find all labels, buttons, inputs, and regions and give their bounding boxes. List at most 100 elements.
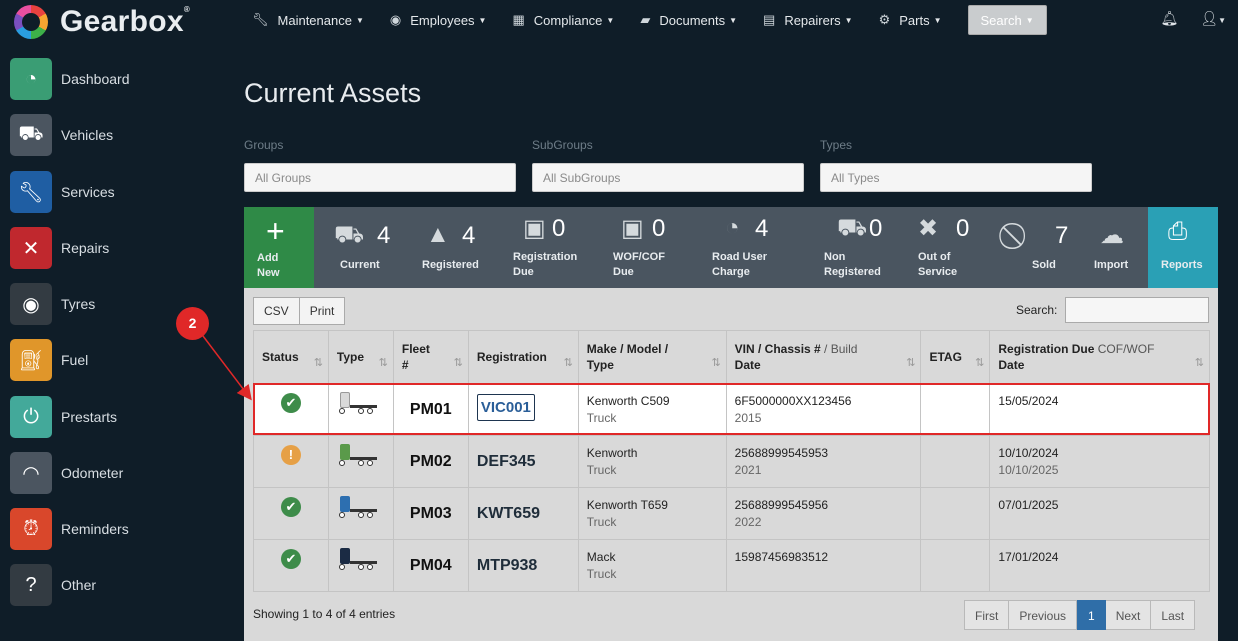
fuel-pump-icon: ⛽︎: [10, 339, 52, 381]
pager-previous[interactable]: Previous: [1009, 600, 1078, 630]
bell-icon[interactable]: 🔔︎: [1161, 10, 1179, 27]
search-dropdown-button[interactable]: Search ▼: [967, 5, 1047, 35]
sidebar-item-label: Odometer: [61, 465, 124, 481]
octagon-x-icon: ✖: [918, 215, 939, 242]
menu-parts[interactable]: ⚙︎ Parts ▼: [879, 12, 942, 28]
type-cell: [327, 487, 394, 540]
header-label: Registration Due: [998, 342, 1095, 356]
vehicle-type: Truck: [586, 567, 617, 581]
stat-sold[interactable]: ⃠ 7 Sold: [1002, 207, 1084, 288]
col-registration-due[interactable]: Registration Due COF/WOF Date ⇅: [989, 330, 1210, 384]
stat-count: 0: [869, 215, 883, 242]
stat-label: Non Registered: [824, 251, 881, 278]
sidebar-item-odometer[interactable]: ◠ Odometer: [10, 451, 220, 495]
stat-label: Out of Service: [918, 251, 958, 278]
header-label: Status: [262, 350, 299, 364]
stat-label: Current: [340, 259, 380, 271]
stat-registration-due[interactable]: ▣ 0 Registration Due: [502, 207, 601, 288]
sidebar-item-fuel[interactable]: ⛽︎ Fuel: [10, 338, 220, 382]
vin-number: 25688999545956: [734, 498, 829, 512]
table-search-input[interactable]: [1065, 297, 1209, 323]
reports-button[interactable]: ⎙ Reports: [1148, 207, 1218, 288]
sidebar-item-prestarts[interactable]: ⏻ Prestarts: [10, 395, 220, 439]
registration-cell: DEF345: [467, 435, 579, 488]
pagination: First Previous 1 Next Last: [964, 600, 1196, 630]
add-new-label: Add New: [257, 252, 280, 279]
status-cell: !: [253, 435, 329, 488]
sidebar-item-services[interactable]: 🔧︎ Services: [10, 170, 220, 214]
registration-link[interactable]: DEF345: [477, 453, 570, 471]
subgroups-select[interactable]: All SubGroups: [532, 163, 804, 192]
col-make-model-type[interactable]: Make / Model / Type ⇅: [577, 330, 727, 384]
tyre-icon: ◉: [10, 283, 52, 325]
type-cell: [327, 539, 394, 592]
stat-road-user-charge[interactable]: ◔ 4 Road User Charge: [699, 207, 810, 288]
col-vin[interactable]: VIN / Chassis # / Build Date ⇅: [725, 330, 922, 384]
sidebar-item-vehicles[interactable]: ⛟ Vehicles: [10, 113, 220, 157]
table-header-row: Status ⇅ Type ⇅ Fleet # ⇅ Registration ⇅ Mak…: [253, 330, 1210, 384]
truck-icon: [337, 444, 379, 468]
stat-out-of-service[interactable]: ✖ 0 Out of Service: [916, 207, 1002, 288]
registration-cell: MTP938: [467, 539, 579, 592]
col-type[interactable]: Type ⇅: [327, 330, 394, 384]
tools-icon: ✕: [10, 227, 52, 269]
groups-select[interactable]: All Groups: [244, 163, 516, 192]
csv-button[interactable]: CSV: [253, 297, 300, 325]
header-label: Fleet #: [401, 342, 430, 372]
menu-maintenance[interactable]: 🔧︎ Maintenance ▼: [252, 12, 364, 28]
sidebar-item-dashboard[interactable]: ◔ Dashboard: [10, 57, 220, 101]
stat-current[interactable]: ⛟ 4 Current: [314, 207, 416, 288]
col-registration[interactable]: Registration ⇅: [467, 330, 579, 384]
stat-wof-cof-due[interactable]: ▣ 0 WOF/COF Due: [601, 207, 699, 288]
pager-first[interactable]: First: [964, 600, 1010, 630]
add-new-button[interactable]: + Add New: [244, 207, 314, 288]
address-book-icon: ▤: [763, 12, 776, 27]
user-menu-icon[interactable]: 👤︎▼: [1200, 10, 1226, 27]
registration-due-date: 07/01/2025: [998, 498, 1059, 512]
status-cell: ✔: [253, 487, 329, 540]
wrench-icon: 🔧︎: [10, 171, 52, 213]
registration-link[interactable]: KWT659: [477, 505, 570, 523]
sidebar-item-reminders[interactable]: ⏰︎ Reminders: [10, 507, 220, 551]
exclamation-circle-icon: !: [280, 445, 301, 465]
search-button-label: Search: [980, 12, 1022, 28]
sidebar-item-other[interactable]: ? Other: [10, 563, 220, 607]
caret-down-icon: ▼: [478, 15, 487, 25]
truck-icon: [337, 496, 379, 520]
status-cell: ✔: [253, 539, 329, 592]
registration-link[interactable]: MTP938: [477, 557, 570, 575]
table-row[interactable]: ✔ PM03 KWT659 Kenworth T659 Truck 2568899…: [253, 487, 1210, 540]
pager-next[interactable]: Next: [1105, 600, 1152, 630]
make-cell: Kenworth Truck: [577, 435, 727, 488]
table-row[interactable]: ✔ PM04 MTP938 Mack Truck 15987456983512 1…: [253, 539, 1210, 592]
stat-count: 4: [755, 215, 769, 242]
vin-cell: 25688999545953 2021: [725, 435, 922, 488]
table-row[interactable]: ! PM02 DEF345 Kenworth Truck 256889995459…: [253, 435, 1210, 488]
gear-logo-icon: [14, 5, 48, 39]
menu-repairers[interactable]: ▤ Repairers ▼: [763, 12, 853, 28]
stat-non-registered[interactable]: ⛟ 0 Non Registered: [810, 207, 916, 288]
menu-employees[interactable]: ◉ Employees ▼: [390, 12, 487, 28]
stat-count: 7: [1055, 222, 1069, 249]
menu-compliance[interactable]: ▦ Compliance ▼: [512, 12, 614, 28]
header-label: ETAG: [929, 350, 962, 364]
col-etag[interactable]: ETAG ⇅: [920, 330, 991, 384]
stat-label: Sold: [1032, 259, 1056, 271]
types-select[interactable]: All Types: [820, 163, 1092, 192]
menu-label: Maintenance: [277, 12, 352, 28]
top-right-controls: 🔔︎ 👤︎▼: [1161, 10, 1226, 27]
truck-icon: ⛟: [334, 221, 365, 248]
col-fleet[interactable]: Fleet # ⇅: [392, 330, 469, 384]
pager-page-1[interactable]: 1: [1077, 600, 1106, 630]
sidebar-item-repairs[interactable]: ✕ Repairs: [10, 226, 220, 270]
vehicle-type: Truck: [586, 515, 617, 529]
gearbox-logo[interactable]: Gearbox®: [14, 4, 190, 40]
print-button[interactable]: Print: [299, 297, 346, 325]
pager-last[interactable]: Last: [1151, 600, 1196, 630]
import-button[interactable]: ☁︎ Import: [1084, 207, 1148, 288]
sort-icon: ⇅: [1194, 357, 1204, 369]
stat-registered[interactable]: ▲ 4 Registered: [416, 207, 502, 288]
col-status[interactable]: Status ⇅: [253, 330, 329, 384]
menu-documents[interactable]: ▰ Documents ▼: [640, 12, 737, 28]
caret-down-icon: ▼: [933, 15, 942, 25]
